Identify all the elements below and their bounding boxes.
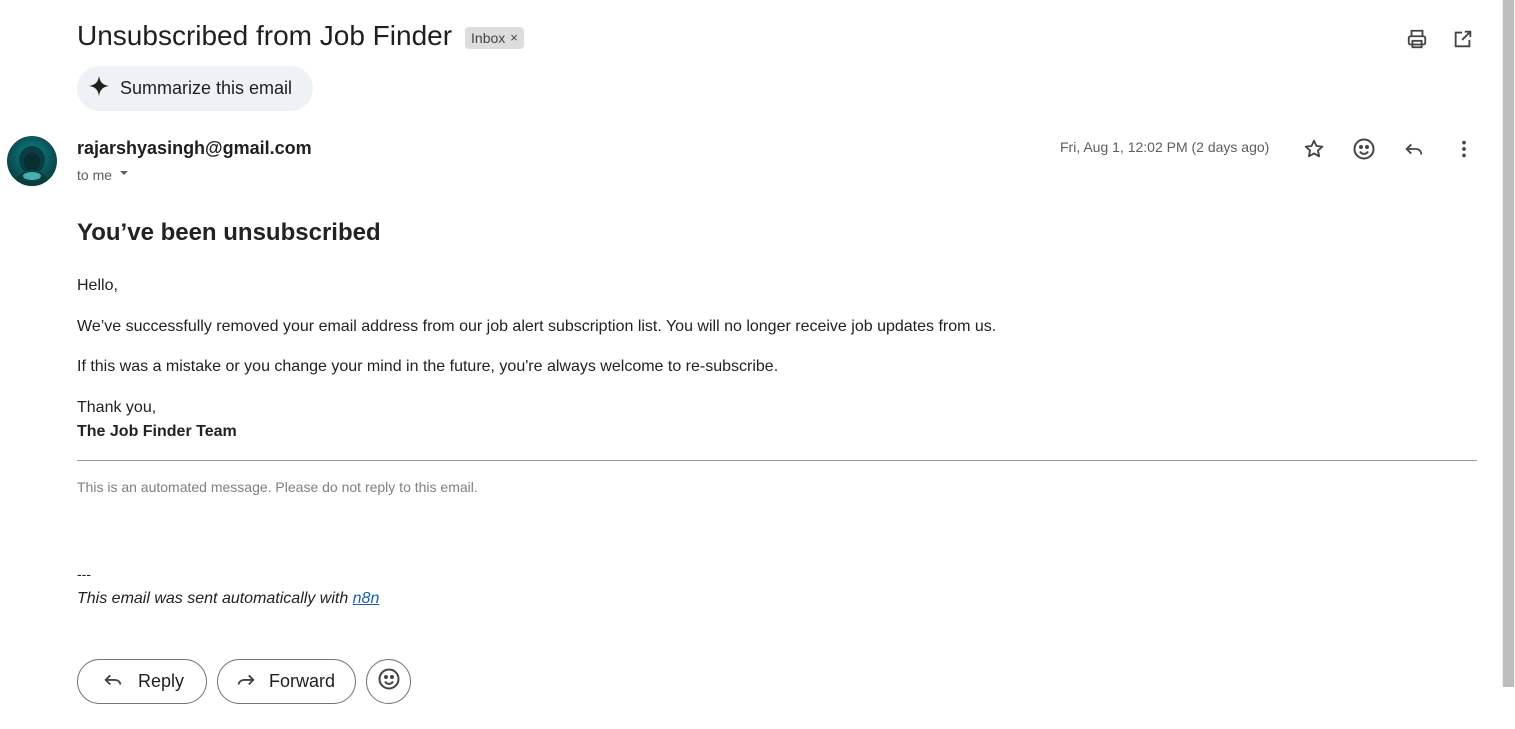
separator: --- xyxy=(77,566,91,582)
sender-email[interactable]: rajarshyasingh@gmail.com xyxy=(77,138,312,159)
inbox-label[interactable]: Inbox × xyxy=(465,26,524,49)
scrollbar-thumb[interactable] xyxy=(1503,0,1514,687)
more-vert-icon[interactable] xyxy=(1452,137,1476,161)
email-date: Fri, Aug 1, 12:02 PM (2 days ago) xyxy=(1060,139,1270,155)
avatar[interactable] xyxy=(7,136,57,186)
subject-row: Unsubscribed from Job Finder Inbox × xyxy=(77,20,524,52)
remove-label-button[interactable]: × xyxy=(510,30,518,45)
label-text: Inbox xyxy=(471,29,506,46)
reply-label: Reply xyxy=(138,671,185,691)
reply-button[interactable]: Reply xyxy=(77,659,207,704)
print-icon[interactable] xyxy=(1405,27,1429,51)
open-in-new-window-icon[interactable] xyxy=(1451,27,1475,51)
forward-button[interactable]: Forward xyxy=(217,659,356,704)
footer: This email was sent automatically with n… xyxy=(77,590,379,608)
forward-icon xyxy=(235,668,257,695)
email-subject: Unsubscribed from Job Finder xyxy=(77,20,453,51)
footer-text: This email was sent automatically with xyxy=(77,590,353,607)
divider xyxy=(77,460,1477,461)
chevron-down-icon[interactable] xyxy=(116,165,132,184)
emoji-reaction-button[interactable] xyxy=(366,659,411,704)
closing: Thank you, xyxy=(77,399,157,416)
signature: The Job Finder Team xyxy=(77,423,237,440)
message-actions xyxy=(1302,137,1476,161)
reply-icon xyxy=(102,668,124,695)
recipient-label: to me xyxy=(77,166,113,183)
n8n-link[interactable]: n8n xyxy=(353,590,380,607)
summarize-label: Summarize this email xyxy=(120,78,293,98)
recipient-details[interactable]: to me xyxy=(77,165,132,184)
automated-note: This is an automated message. Please do … xyxy=(77,479,478,495)
summarize-button[interactable]: Summarize this email xyxy=(77,66,313,111)
greeting: Hello, xyxy=(77,277,118,294)
forward-label: Forward xyxy=(269,671,336,691)
scrollbar[interactable] xyxy=(1502,0,1515,687)
star-icon[interactable] xyxy=(1302,137,1326,161)
sparkle-icon xyxy=(88,75,110,102)
emoji-icon xyxy=(377,667,401,696)
body-paragraph-1: We’ve successfully removed your email ad… xyxy=(77,318,997,335)
body-heading: You’ve been unsubscribed xyxy=(77,219,381,246)
emoji-icon[interactable] xyxy=(1352,137,1376,161)
reply-icon[interactable] xyxy=(1402,137,1426,161)
top-toolbar xyxy=(1405,27,1475,51)
body-paragraph-2: If this was a mistake or you change your… xyxy=(77,358,779,375)
